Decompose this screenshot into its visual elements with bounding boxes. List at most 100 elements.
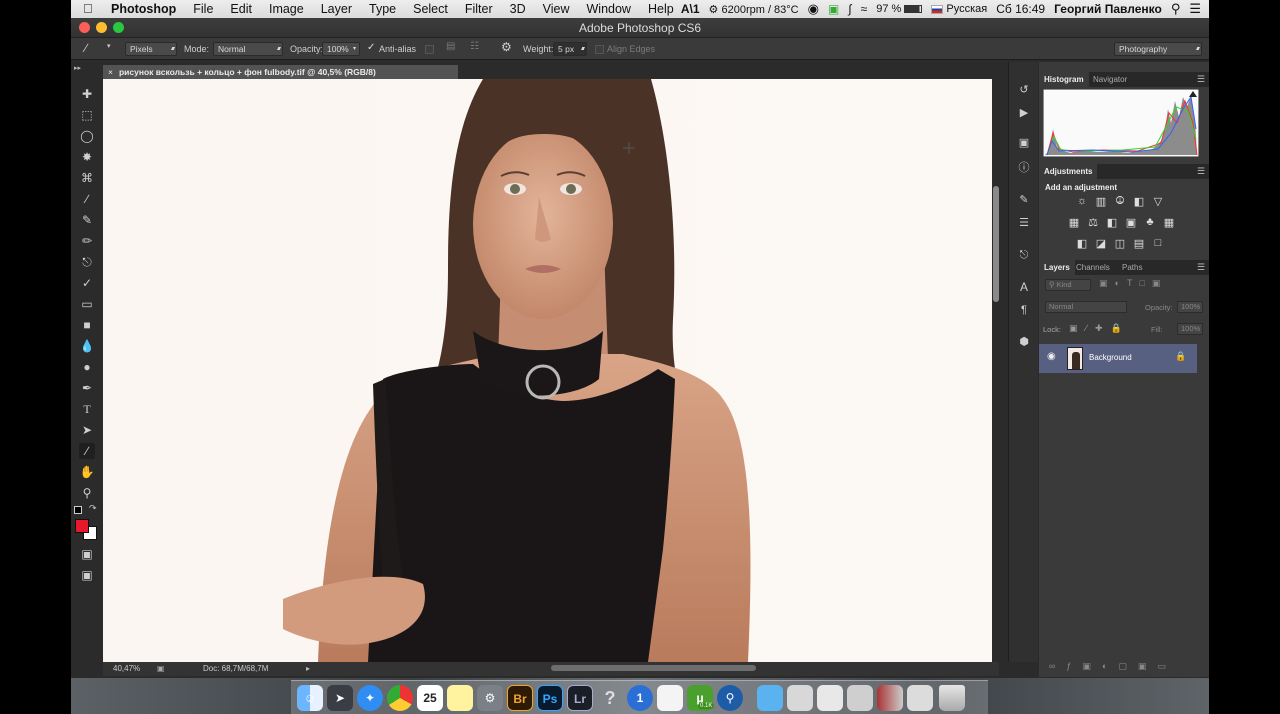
layer-kind-filter[interactable]: ⚲ Kind bbox=[1045, 279, 1091, 291]
lasso-tool-icon[interactable]: ◯ bbox=[79, 128, 95, 144]
document-stack-4-icon[interactable] bbox=[907, 685, 933, 711]
fill-field[interactable]: 100% bbox=[1177, 323, 1203, 335]
align-edges-checkbox[interactable] bbox=[595, 45, 604, 54]
lightroom-icon[interactable]: Lr bbox=[567, 685, 593, 711]
system-preferences-icon[interactable]: ⚙ bbox=[477, 685, 503, 711]
menu-edit[interactable]: Edit bbox=[230, 2, 252, 16]
weight-field[interactable]: 5 px bbox=[553, 42, 587, 56]
tab-histogram[interactable]: Histogram bbox=[1039, 72, 1089, 87]
pen-tool-icon[interactable]: ✒ bbox=[79, 380, 95, 396]
source-mode-dropdown[interactable]: Pixels bbox=[125, 42, 177, 56]
antialias-checkbox[interactable]: ✓ bbox=[367, 42, 375, 53]
magic-wand-tool-icon[interactable]: ✸ bbox=[79, 149, 95, 165]
layer-opacity-field[interactable]: 100% bbox=[1177, 301, 1203, 313]
menu-window[interactable]: Window bbox=[587, 2, 631, 16]
clock[interactable]: Сб 16:49 bbox=[996, 2, 1045, 16]
apple-icon[interactable]:  bbox=[83, 2, 95, 16]
adobe-status-icon[interactable]: A\1 bbox=[681, 2, 700, 16]
opacity-field[interactable]: 100% bbox=[322, 42, 360, 56]
menu-file[interactable]: File bbox=[193, 2, 213, 16]
path-operations-icon[interactable] bbox=[425, 45, 434, 54]
menu-image[interactable]: Image bbox=[269, 2, 304, 16]
path-arrangement-icon[interactable]: ☷ bbox=[470, 41, 479, 52]
crop-tool-icon[interactable]: ⌘ bbox=[79, 170, 95, 186]
path-selection-tool-icon[interactable]: ➤ bbox=[79, 422, 95, 438]
tab-layers[interactable]: Layers bbox=[1039, 260, 1075, 275]
user-name[interactable]: Георгий Павленко bbox=[1054, 2, 1162, 16]
preview-icon[interactable] bbox=[657, 685, 683, 711]
menu-help[interactable]: Help bbox=[648, 2, 674, 16]
vibrance-icon[interactable]: ▽ bbox=[1151, 195, 1165, 208]
evernote-icon[interactable]: ▣ bbox=[828, 2, 839, 16]
bluetooth-icon[interactable]: ∫ bbox=[848, 2, 851, 16]
levels-icon[interactable]: ▥ bbox=[1094, 195, 1108, 208]
menu-view[interactable]: View bbox=[543, 2, 570, 16]
adjustments-panel-menu-icon[interactable]: ☰ bbox=[1197, 164, 1205, 179]
character-panel-icon[interactable]: A bbox=[1016, 279, 1032, 295]
dodge-tool-icon[interactable]: ● bbox=[79, 359, 95, 375]
quicktime-icon[interactable]: ⚲ bbox=[717, 685, 743, 711]
close-window-button[interactable] bbox=[79, 22, 90, 33]
3d-panel-icon[interactable]: ⬢ bbox=[1016, 334, 1032, 350]
hand-tool-icon[interactable]: ✋ bbox=[79, 464, 95, 480]
history-panel-icon[interactable]: ↺ bbox=[1016, 82, 1032, 98]
menu-type[interactable]: Type bbox=[369, 2, 396, 16]
layer-visibility-eye-icon[interactable]: ◉ bbox=[1047, 351, 1056, 362]
healing-brush-tool-icon[interactable]: ✎ bbox=[79, 212, 95, 228]
quick-mask-icon[interactable]: ▣ bbox=[79, 546, 95, 562]
brightness-contrast-icon[interactable]: ☼ bbox=[1075, 195, 1089, 207]
menu-select[interactable]: Select bbox=[413, 2, 448, 16]
layer-filter-icons[interactable]: ▣◐T□▣ bbox=[1099, 278, 1167, 289]
layer-row-background[interactable]: ◉ Background 🔒 bbox=[1039, 344, 1197, 373]
brush-tool-icon[interactable]: ✏ bbox=[79, 233, 95, 249]
calendar-icon[interactable]: 25 bbox=[417, 685, 443, 711]
fan-status[interactable]: ⚙ 6200rpm / 83°C bbox=[709, 3, 799, 16]
record-icon[interactable]: ◉ bbox=[808, 1, 819, 17]
path-alignment-icon[interactable]: ▤ bbox=[446, 41, 455, 52]
selective-color-icon[interactable]: □ bbox=[1151, 237, 1165, 249]
image-stack-icon[interactable] bbox=[877, 685, 903, 711]
threshold-icon[interactable]: ◫ bbox=[1113, 237, 1127, 250]
clone-source-panel-icon[interactable]: ⎋ bbox=[1016, 247, 1032, 263]
paragraph-panel-icon[interactable]: ¶ bbox=[1016, 302, 1032, 318]
line-tool-preset-icon[interactable]: ∕ bbox=[85, 41, 87, 55]
properties-panel-icon[interactable]: ▣ bbox=[1016, 135, 1032, 151]
downloads-folder-icon[interactable] bbox=[757, 685, 783, 711]
history-brush-tool-icon[interactable]: ✓ bbox=[79, 275, 95, 291]
spotlight-search-icon[interactable]: ⚲ bbox=[1171, 1, 1181, 17]
safari-icon[interactable]: ✦ bbox=[357, 685, 383, 711]
finder-icon[interactable]: ☺ bbox=[297, 685, 323, 711]
default-colors-icon[interactable] bbox=[74, 506, 82, 514]
workspace-dropdown[interactable]: Photography bbox=[1114, 42, 1202, 56]
actions-panel-icon[interactable]: ▶ bbox=[1016, 105, 1032, 121]
menu-3d[interactable]: 3D bbox=[510, 2, 526, 16]
marquee-tool-icon[interactable]: ⬚ bbox=[79, 107, 95, 123]
gear-icon[interactable]: ⚙ bbox=[501, 40, 512, 54]
screen-mode-icon[interactable]: ▣ bbox=[79, 567, 95, 583]
battery-status[interactable]: 97 % bbox=[876, 3, 923, 15]
menu-app-photoshop[interactable]: Photoshop bbox=[111, 2, 176, 16]
wifi-icon[interactable]: ≈ bbox=[861, 2, 868, 16]
swap-colors-icon[interactable]: ↷ bbox=[89, 503, 97, 514]
layers-footer-icons[interactable]: ∞ƒ▣◐▢▣▭ bbox=[1049, 661, 1177, 672]
lock-icons[interactable]: ▣∕✚🔒 bbox=[1069, 323, 1130, 334]
zoom-tool-icon[interactable]: ⚲ bbox=[79, 485, 95, 501]
tool-preset-dropdown-icon[interactable]: ▾ bbox=[107, 42, 111, 50]
color-lookup-icon[interactable]: ▦ bbox=[1162, 216, 1176, 229]
histogram-panel-menu-icon[interactable]: ☰ bbox=[1197, 72, 1205, 87]
input-source[interactable]: Русская bbox=[931, 3, 987, 15]
zoom-window-button[interactable] bbox=[113, 22, 124, 33]
minimize-window-button[interactable] bbox=[96, 22, 107, 33]
gradient-tool-icon[interactable]: ■ bbox=[79, 317, 95, 333]
1password-icon[interactable]: 1 bbox=[627, 685, 653, 711]
info-panel-icon[interactable]: ⓘ bbox=[1016, 160, 1032, 176]
trash-icon[interactable] bbox=[939, 685, 965, 711]
layers-panel-menu-icon[interactable]: ☰ bbox=[1197, 260, 1205, 275]
brush-panel-icon[interactable]: ✎ bbox=[1016, 192, 1032, 208]
type-tool-icon[interactable]: T bbox=[79, 401, 95, 417]
color-balance-icon[interactable]: ⚖ bbox=[1086, 216, 1100, 229]
info-toggle-icon[interactable]: ▣ bbox=[157, 662, 165, 676]
blend-mode-dropdown[interactable]: Normal bbox=[1045, 301, 1127, 313]
gradient-map-icon[interactable]: ▤ bbox=[1132, 237, 1146, 250]
invert-icon[interactable]: ◧ bbox=[1075, 237, 1089, 250]
